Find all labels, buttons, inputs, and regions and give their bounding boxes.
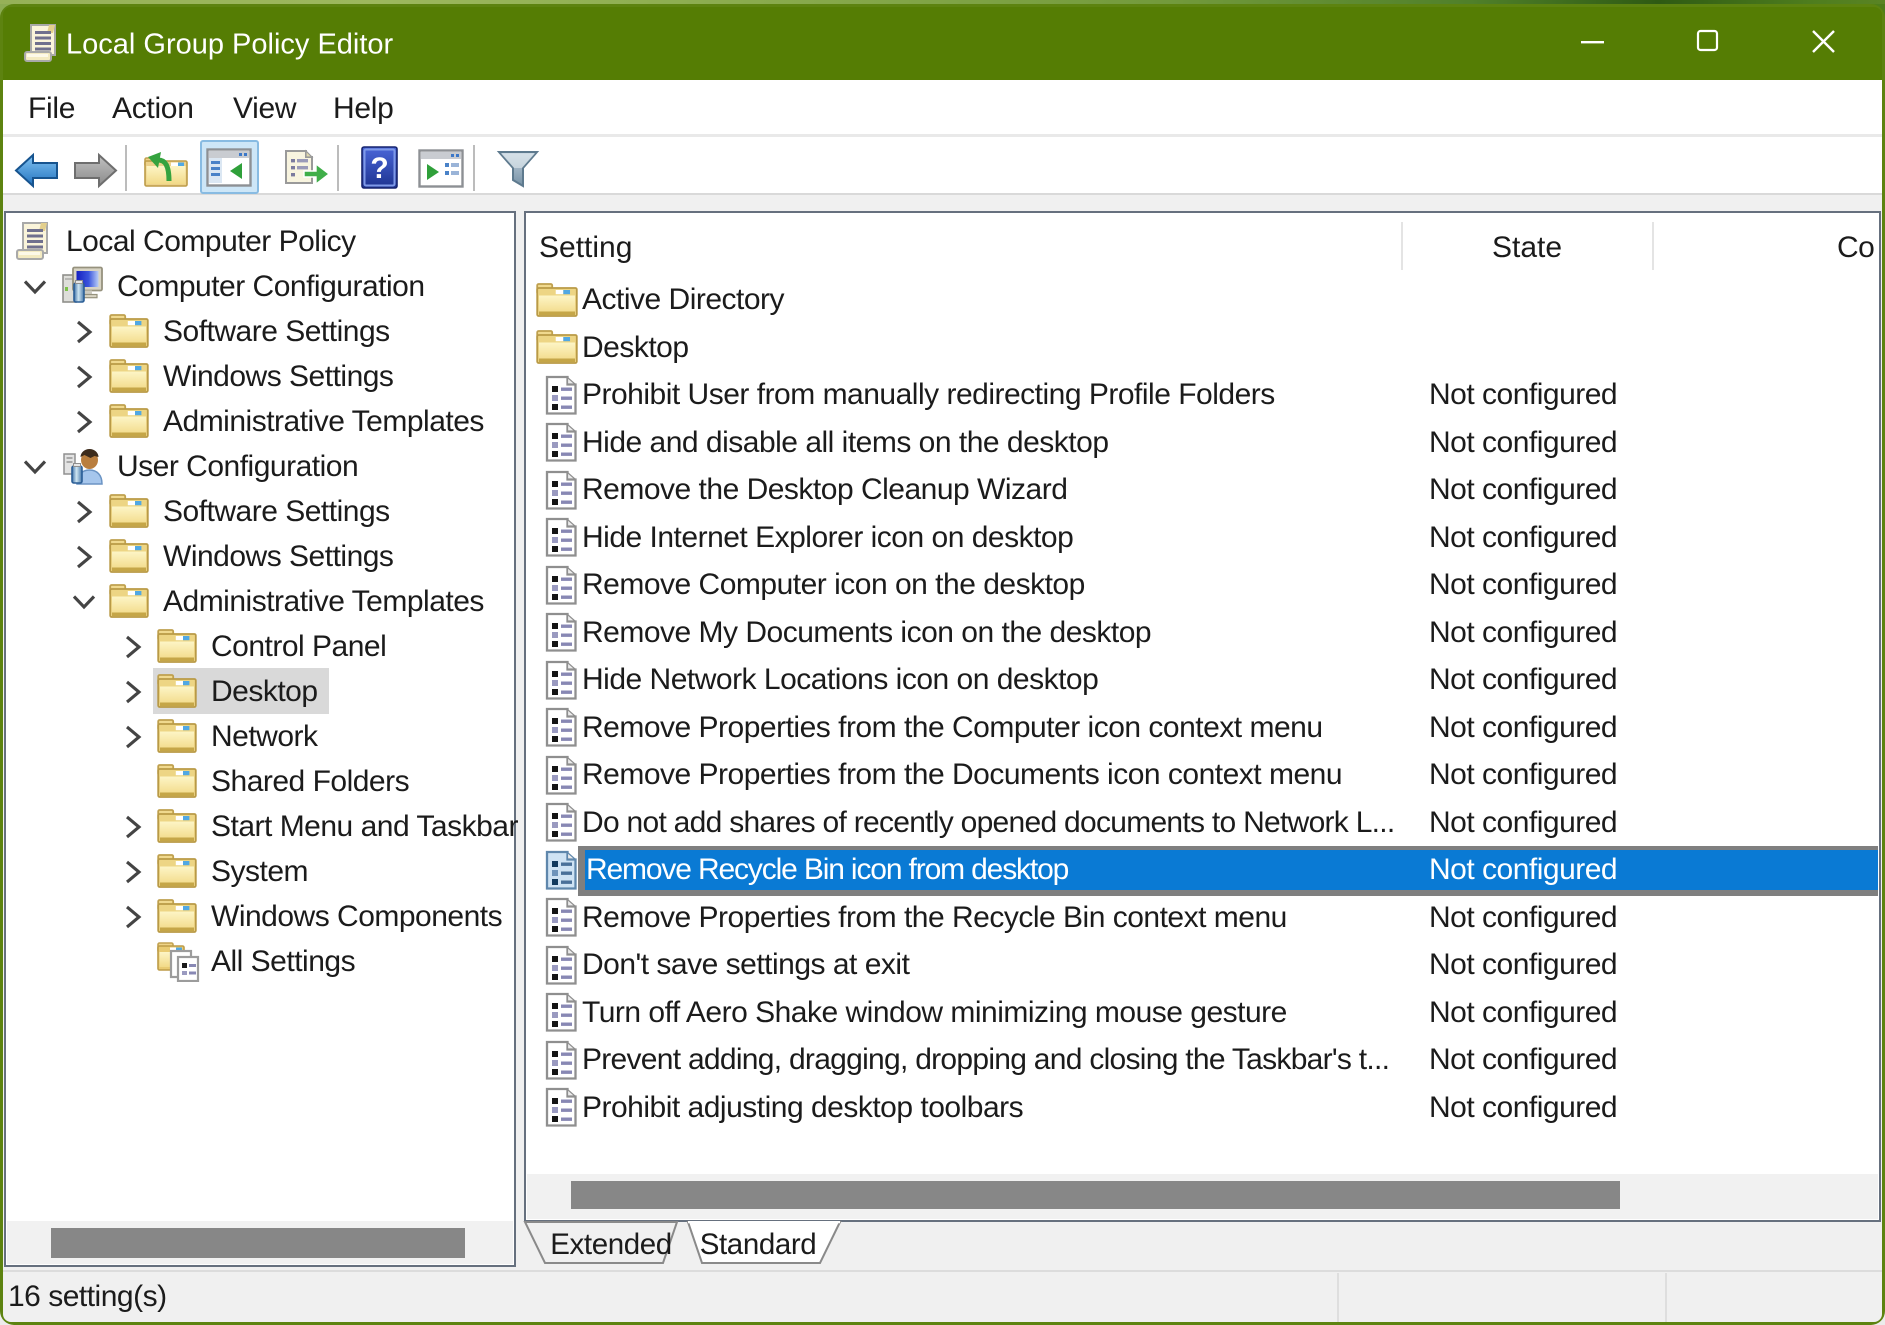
svg-text:?: ? bbox=[370, 152, 388, 185]
svg-text:Standard: Standard bbox=[700, 1228, 817, 1261]
svg-text:Extended: Extended bbox=[550, 1228, 671, 1261]
